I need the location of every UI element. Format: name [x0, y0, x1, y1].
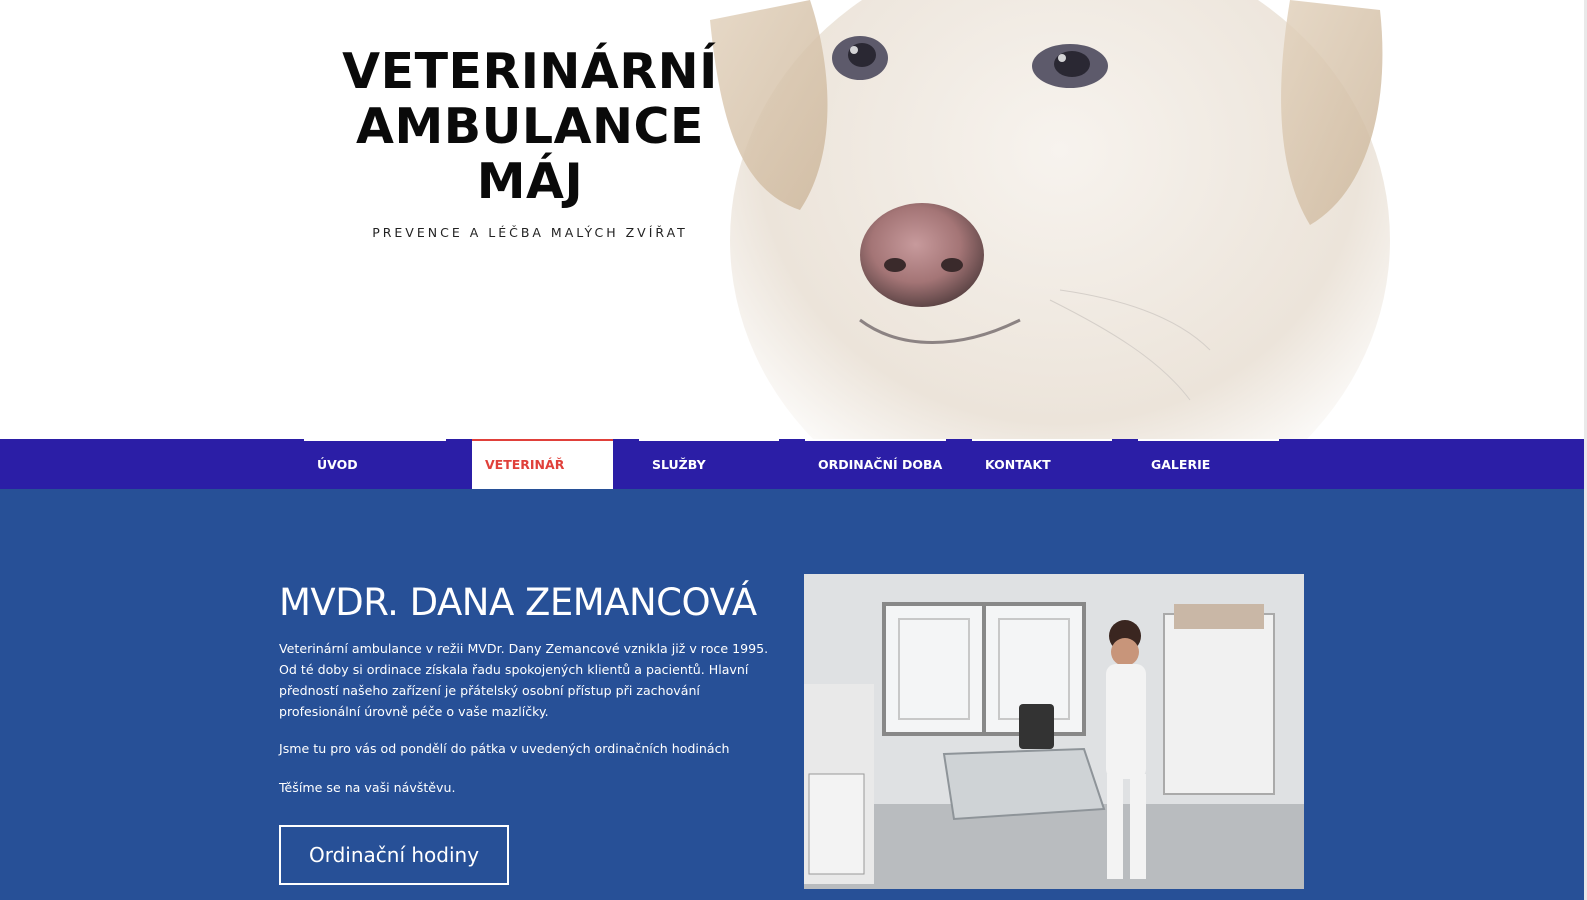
nav-item-veterinar[interactable]: VETERINÁŘ — [472, 439, 613, 489]
site-title-line: VETERINÁRNÍ — [342, 43, 718, 100]
dog-photo-icon — [710, 0, 1390, 439]
nav-item-ordinacni-doba[interactable]: ORDINAČNÍ DOBA — [805, 439, 946, 489]
site-title-line: MÁJ — [476, 153, 584, 210]
intro-paragraph: Veterinární ambulance v režii MVDr. Dany… — [279, 641, 769, 719]
welcome-paragraph: Těšíme se na vaši návštěvu. — [279, 780, 456, 795]
vet-section: MVDR. DANA ZEMANCOVÁ Veterinární ambulan… — [0, 489, 1584, 900]
nav-item-kontakt[interactable]: KONTAKT — [972, 439, 1112, 489]
nav-item-uvod[interactable]: ÚVOD — [304, 439, 446, 489]
opening-hours-button[interactable]: Ordinační hodiny — [279, 825, 509, 885]
site-title-line: AMBULANCE — [356, 98, 704, 155]
hours-paragraph: Jsme tu pro vás od pondělí do pátka v uv… — [279, 741, 730, 756]
nav-item-galerie[interactable]: GALERIE — [1138, 439, 1279, 489]
site-title: VETERINÁRNÍ AMBULANCE MÁJ — [340, 44, 720, 209]
clinic-photo-icon — [804, 574, 1304, 889]
hero-text: VETERINÁRNÍ AMBULANCE MÁJ PREVENCE A LÉČ… — [340, 44, 720, 240]
section-heading: MVDR. DANA ZEMANCOVÁ — [279, 581, 757, 624]
main-navigation: ÚVOD VETERINÁŘ SLUŽBY ORDINAČNÍ DOBA KON… — [0, 439, 1584, 489]
hero-header: VETERINÁRNÍ AMBULANCE MÁJ PREVENCE A LÉČ… — [0, 0, 1587, 439]
nav-item-sluzby[interactable]: SLUŽBY — [639, 439, 779, 489]
tagline: PREVENCE A LÉČBA MALÝCH ZVÍŘAT — [372, 225, 688, 240]
